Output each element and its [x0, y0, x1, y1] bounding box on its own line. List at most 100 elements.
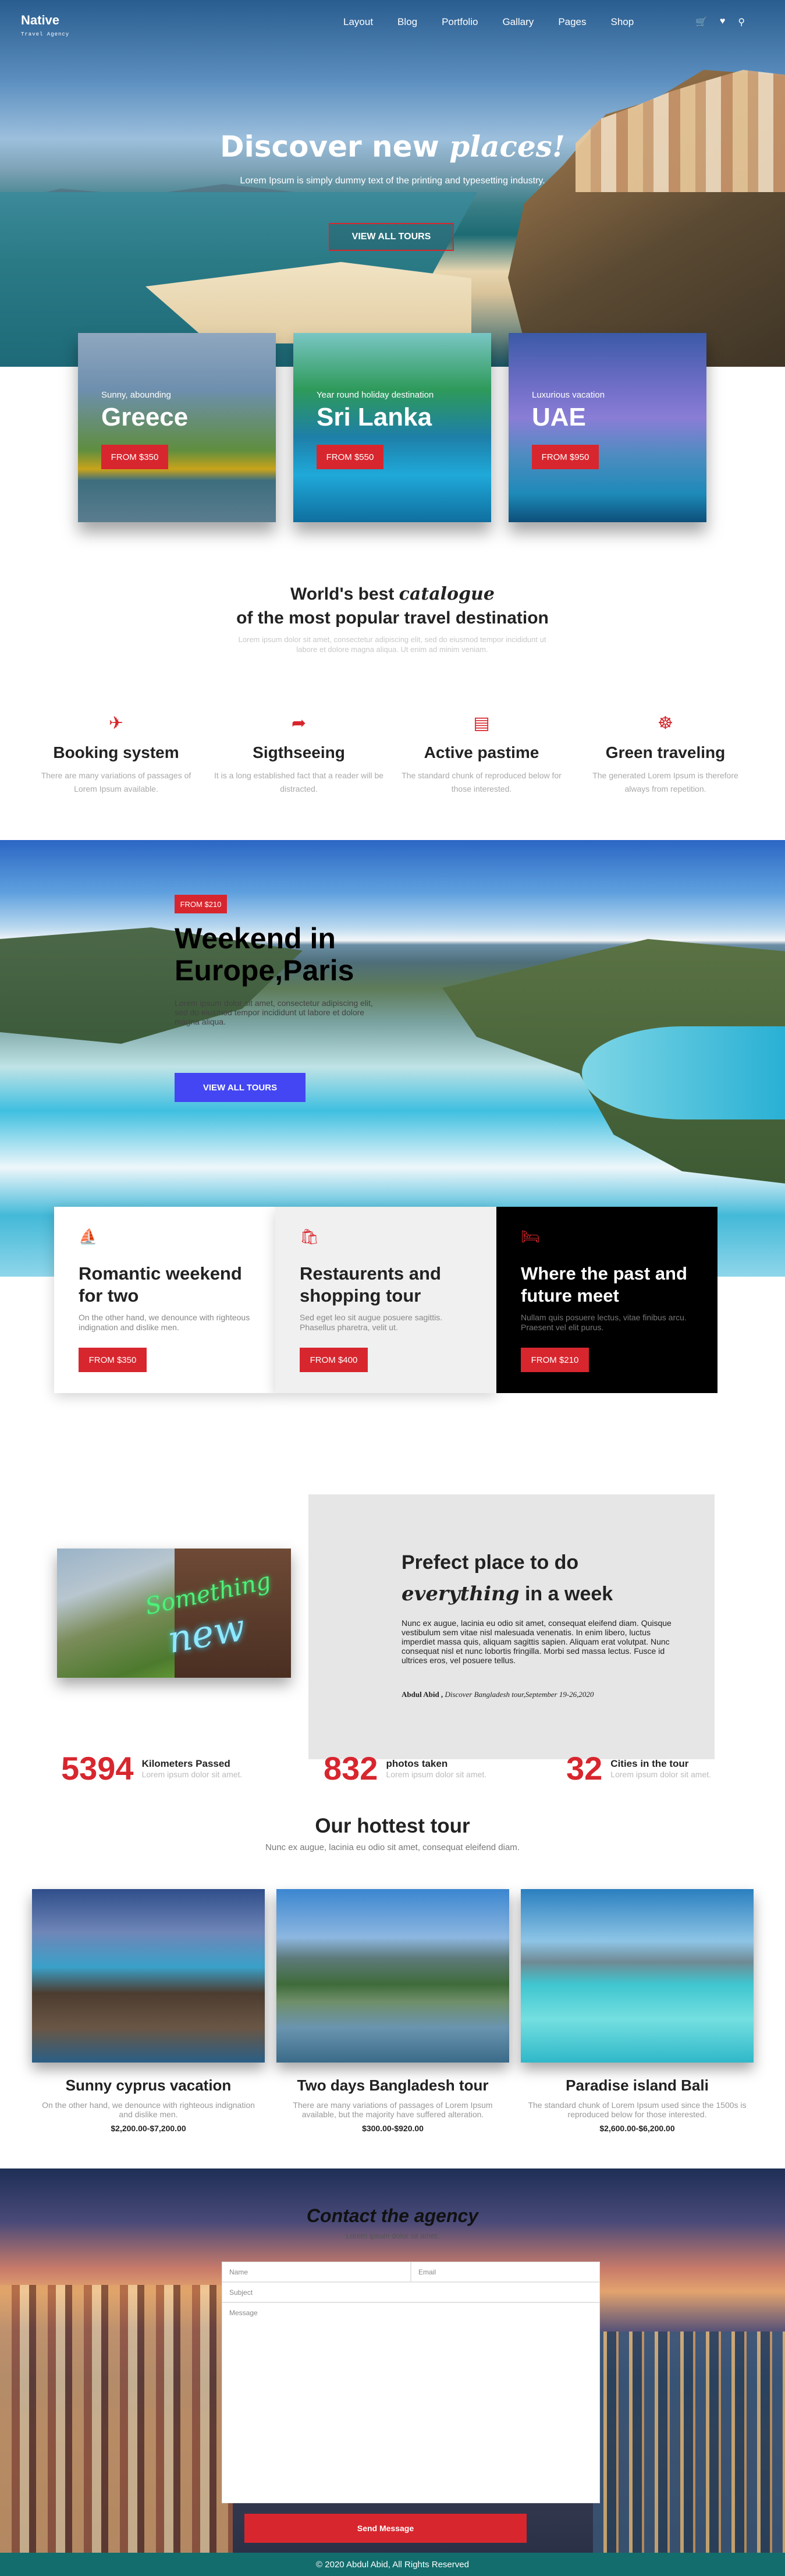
offer-text: Nullam quis posuere lectus, vitae finibu…: [521, 1313, 687, 1332]
author-note: Discover Bangladesh tour,September 19-26…: [445, 1690, 594, 1699]
subject-field[interactable]: Subject: [222, 2282, 600, 2302]
paris-view-all-tours-button[interactable]: VIEW ALL TOURS: [175, 1073, 306, 1102]
stat-number: 5394: [61, 1750, 134, 1787]
offer-title: Restaurents and shopping tour: [300, 1263, 441, 1306]
tour-image[interactable]: [276, 1889, 509, 2063]
tour-card-bangladesh[interactable]: Two days Bangladesh tour There are many …: [276, 1889, 509, 2133]
destination-card-uae[interactable]: Luxurious vacation UAE FROM $950: [509, 333, 706, 522]
hero-title-plain: Discover new: [220, 130, 439, 164]
feature-title: Active pastime: [424, 743, 539, 761]
hottest-tour-subtitle: Nunc ex augue, lacinia eu odio sit amet,…: [265, 1842, 520, 1852]
paris-title: Weekend in Europe,Paris: [175, 923, 354, 987]
destination-price-button[interactable]: FROM $350: [101, 445, 168, 469]
tour-card-bali[interactable]: Paradise island Bali The standard chunk …: [521, 1889, 754, 2133]
destination-name: Greece: [101, 403, 189, 431]
offer-price-button[interactable]: FROM $350: [79, 1348, 147, 1372]
catalogue-text: Lorem ipsum dolor sit amet, consectetur …: [238, 635, 546, 654]
nav-pages[interactable]: Pages: [558, 16, 586, 28]
stat-label: Kilometers Passed: [141, 1758, 230, 1769]
stat-cities: 32 Cities in the tour Lorem ipsum dolor s…: [566, 1751, 711, 1786]
nav-portfolio[interactable]: Portfolio: [442, 16, 478, 28]
nav-gallary[interactable]: Gallary: [502, 16, 534, 28]
offer-title: Romantic weekend for two: [79, 1263, 242, 1306]
destination-name: UAE: [532, 403, 586, 431]
tour-price: $2,200.00-$7,200.00: [111, 2124, 186, 2133]
destination-caption: Year round holiday destination: [317, 390, 434, 400]
heart-icon[interactable]: ♥: [720, 16, 726, 28]
feature-text: There are many variations of passages of…: [41, 771, 191, 793]
ship-wheel-icon: ☸: [658, 714, 673, 733]
nav-shop[interactable]: Shop: [611, 16, 634, 28]
feature-text: The generated Lorem Ipsum is therefore a…: [592, 771, 738, 793]
contact-city-left: [0, 2285, 233, 2553]
name-field[interactable]: Name: [222, 2262, 411, 2282]
site-logo[interactable]: Native Travel Agency: [21, 13, 69, 38]
stat-sub: Lorem ipsum dolor sit amet.: [610, 1770, 712, 1779]
message-field[interactable]: Message: [222, 2302, 600, 2503]
destination-card-sri-lanka[interactable]: Year round holiday destination Sri Lanka…: [293, 333, 491, 522]
perfect-place-subheading: everything in a week: [402, 1582, 613, 1606]
offer-price-button[interactable]: FROM $400: [300, 1348, 368, 1372]
send-message-button[interactable]: Send Message: [244, 2514, 527, 2543]
tour-text: On the other hand, we denounce with righ…: [42, 2100, 255, 2119]
paris-title-line2: Europe,Paris: [175, 954, 354, 987]
tour-title[interactable]: Paradise island Bali: [521, 2077, 754, 2095]
paris-lagoon: [582, 1026, 785, 1119]
logo-name: Native: [21, 13, 60, 27]
tour-text: The standard chunk of Lorem Ipsum used s…: [528, 2100, 747, 2119]
feature-sightseeing: ➦ Sigthseeing It is a long established f…: [213, 713, 385, 796]
perfect-plain-words: in a week: [524, 1583, 613, 1605]
bed-icon: 🛏: [521, 1228, 541, 1245]
destination-price-button[interactable]: FROM $950: [532, 445, 599, 469]
view-all-tours-button[interactable]: VIEW ALL TOURS: [329, 223, 454, 251]
catalogue-script: catalogue: [399, 584, 495, 604]
main-nav: Layout Blog Portfolio Gallary Pages Shop: [343, 16, 658, 28]
destination-card-greece[interactable]: Sunny, abounding Greece FROM $350: [78, 333, 276, 522]
tour-image[interactable]: [521, 1889, 754, 2063]
offer-price-button[interactable]: FROM $210: [521, 1348, 589, 1372]
contact-subtitle: Lorem ipsum dolor sit amet.: [346, 2231, 439, 2240]
catalogue-heading-line1: World's best catalogue: [0, 584, 785, 604]
logo-tagline: Travel Agency: [21, 31, 70, 37]
signpost-icon: ➦: [291, 714, 307, 733]
feature-active-pastime: ▤ Active pastime The standard chunk of r…: [396, 713, 567, 796]
destination-name: Sri Lanka: [317, 403, 432, 431]
tour-title[interactable]: Two days Bangladesh tour: [276, 2077, 509, 2095]
feature-title: Sigthseeing: [253, 743, 345, 761]
stat-sub: Lorem ipsum dolor sit amet.: [386, 1770, 487, 1779]
nav-blog[interactable]: Blog: [397, 16, 417, 28]
stat-number: 832: [324, 1750, 378, 1787]
shopping-bag-icon: 🛍: [300, 1228, 319, 1245]
hero-title-script: places!: [449, 129, 565, 164]
catalogue-heading-line2: of the most popular travel destination: [236, 608, 549, 628]
tour-card-cyprus[interactable]: Sunny cyprus vacation On the other hand,…: [32, 1889, 265, 2133]
nav-icons: 🛒 ♥ ⚲: [695, 16, 745, 28]
perfect-place-heading: Prefect place to do: [402, 1551, 579, 1574]
offer-box-romantic: ⛵ Romantic weekend for two On the other …: [54, 1207, 275, 1393]
stat-label: Cities in the tour: [610, 1758, 689, 1769]
destination-caption: Sunny, abounding: [101, 390, 171, 400]
tour-title[interactable]: Sunny cyprus vacation: [32, 2077, 265, 2095]
perfect-place-text: Nunc ex augue, lacinia eu odio sit amet,…: [402, 1618, 672, 1665]
stat-kilometers: 5394 Kilometers Passed Lorem ipsum dolor …: [61, 1751, 242, 1786]
cart-icon[interactable]: 🛒: [695, 16, 707, 28]
nav-layout[interactable]: Layout: [343, 16, 373, 28]
ship-icon: ⛵: [79, 1228, 98, 1245]
offer-title: Where the past and future meet: [521, 1263, 687, 1306]
tour-text: There are many variations of passages of…: [293, 2100, 493, 2119]
paris-text: Lorem ipsum dolor sit amet, consectetur …: [175, 998, 373, 1026]
stat-number: 32: [566, 1750, 603, 1787]
search-icon[interactable]: ⚲: [738, 16, 745, 28]
email-field[interactable]: Email: [411, 2262, 600, 2282]
feature-green-traveling: ☸ Green traveling The generated Lorem Ip…: [580, 713, 751, 796]
feature-booking-system: ✈ Booking system There are many variatio…: [30, 713, 202, 796]
stat-label: photos taken: [386, 1758, 448, 1769]
offer-text: On the other hand, we denounce with righ…: [79, 1313, 250, 1332]
feature-title: Green traveling: [605, 743, 726, 761]
stat-sub: Lorem ipsum dolor sit amet.: [141, 1770, 243, 1779]
feature-text: The standard chunk of reproduced below f…: [402, 771, 562, 793]
perfect-script-word: everything: [402, 1582, 520, 1606]
tour-image[interactable]: [32, 1889, 265, 2063]
destination-price-button[interactable]: FROM $550: [317, 445, 383, 469]
hottest-tour-title: Our hottest tour: [315, 1815, 470, 1837]
